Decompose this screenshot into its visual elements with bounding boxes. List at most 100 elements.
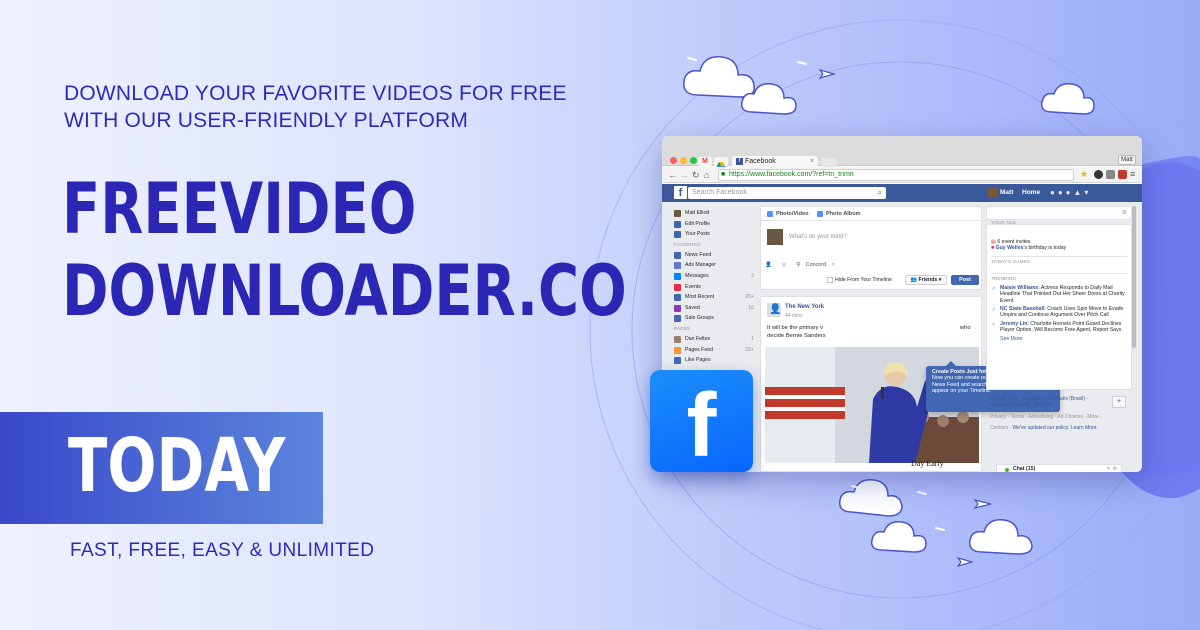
tab-facebook[interactable]: f Facebook × [732,156,818,167]
gift-icon: ■ [991,245,995,252]
sidebar-item-most-recent[interactable]: Most Recent 20+ [674,292,754,303]
extension-icon[interactable] [1118,170,1127,179]
birthday-row[interactable]: ■ Guy Welles's birthday is today [991,245,1127,251]
sidebar-item-matt-elliott[interactable]: Matt Elliott [674,208,754,219]
post-button[interactable]: Post [951,275,979,285]
tab-photo-album[interactable]: Photo Album [817,207,861,221]
post-text-line-1: It will be the primary v [767,325,824,331]
sidebar-item-saved[interactable]: Saved 16 [674,303,754,314]
subheadline-line-1: DOWNLOAD YOUR FAVORITE VIDEOS FOR FREE [64,82,567,105]
calendar-icon: ▤ [991,239,996,245]
location-pin-icon[interactable]: ⚲ [796,262,800,268]
language-list[interactable]: English (US) · Español · Português (Bras… [990,396,1100,408]
cookies-text[interactable]: We've updated our policy. [1013,425,1070,431]
add-language-button[interactable]: + [1112,396,1126,408]
post-timestamp[interactable]: 44 mins [785,313,803,319]
trending-header: TRENDING [991,272,1127,282]
composer-input[interactable]: What's on your mind? [789,234,847,240]
hide-from-timeline-checkbox[interactable]: Hide From Your Timeline [827,273,892,287]
sidebar-item-label: Matt Elliott [685,210,710,216]
scrollbar[interactable] [1132,206,1136,348]
tab-gmail[interactable]: M [698,157,712,166]
maximize-window-icon[interactable] [690,157,697,164]
home-icon[interactable]: ⌂ [704,169,709,181]
cloud-icon [683,56,1095,115]
menu-icon[interactable]: ≡ [1130,170,1139,179]
tab-drive[interactable] [714,157,728,168]
trending-item[interactable]: ↗ Maisie Williams: Actress Responds to Da… [991,285,1127,304]
minimize-window-icon[interactable] [680,157,687,164]
reload-icon[interactable]: ↻ [692,169,700,181]
sidebar-item-edit-profile[interactable]: Edit Profile [674,219,754,230]
sidebar-item-label: Most Recent [685,294,715,301]
sidebar-item-events[interactable]: Events [674,282,754,293]
nav-item-icon [674,251,681,259]
checkbox-icon [827,276,833,283]
sidebar-item-dan-feltes[interactable]: Dan Feltes 1 [674,334,754,345]
sidebar-item-messages[interactable]: Messages 3 [674,271,754,282]
tag-friends-icon[interactable]: 👤 [765,262,772,268]
post-caption: Day Early [911,459,944,468]
notification-icons[interactable]: ●●●▲▾ [1050,187,1091,199]
language-box: English (US) · Español · Português (Bras… [986,396,1132,408]
sidebar-item-sale-groups[interactable]: Sale Groups [674,313,754,324]
profile-link[interactable]: Matt [988,188,1013,198]
post-text-fragment: who [960,325,971,331]
chat-settings-icon[interactable]: ✎ ⚙ [1107,465,1117,472]
brand-title-line-2: DOWNLOADER.CO [62,250,627,332]
browser-profile[interactable]: Matt [1118,155,1136,165]
avatar [988,188,997,197]
paper-plane-icon [818,68,837,80]
trending-item[interactable]: ↗ NC State Baseball: Coach Uses Spin Move… [991,306,1127,319]
nav-item-icon [674,231,681,239]
footer-links[interactable]: Privacy · Terms · Advertising · Ad Choic… [986,414,1132,420]
home-link[interactable]: Home [1022,188,1040,198]
tab-photo-video[interactable]: Photo/Video [767,207,809,221]
nav-item-icon [674,346,681,354]
post-composer: Photo/Video Photo Album What's on your m… [760,206,982,290]
settings-icon[interactable]: ⚙ [1122,209,1127,216]
composer-tabs: Photo/Video Photo Album [761,207,981,221]
audience-selector[interactable]: 👥 Friends ▾ [905,275,947,285]
sidebar-item-your-posts[interactable]: Your Posts [674,229,754,240]
trending-item[interactable]: ↗ Jeremy Lin: Charlotte Hornets Point Gua… [991,321,1127,334]
search-icon[interactable]: ⌕ [878,187,882,199]
tab-close-icon[interactable]: × [810,156,814,167]
search-placeholder: Search Facebook [692,189,747,196]
sidebar-item-label: Edit Profile [685,220,711,227]
new-tab-button[interactable] [821,158,837,167]
right-column: YOUR ADS ⚙ ▤ 6 event invites ■ Guy Welle… [986,206,1132,472]
extension-icon[interactable] [1106,170,1115,179]
sidebar-item-like-pages[interactable]: Like Pages [674,355,754,366]
feeling-icon[interactable]: ☺ [781,262,787,268]
today-label: TODAY [68,423,286,509]
post-author[interactable]: The New York [785,304,824,310]
forward-icon[interactable]: → [680,169,689,181]
camera-icon [767,210,773,217]
close-window-icon[interactable] [670,157,677,164]
star-icon[interactable]: ★ [1080,170,1089,179]
trending-topic[interactable]: NC State Baseball [1000,306,1044,312]
center-column: Photo/Video Photo Album What's on your m… [760,206,1060,472]
sidebar-item-count: 1 [751,335,754,342]
see-more-link[interactable]: See More [991,336,1127,342]
facebook-search-input[interactable]: Search Facebook ⌕ [688,187,886,199]
facebook-logo-icon: f [650,370,753,474]
sidebar-item-pages-feed[interactable]: Pages Feed 20+ [674,345,754,356]
back-icon[interactable]: ← [668,169,677,181]
remove-location-icon[interactable]: × [832,262,835,268]
post-text-line-2: decide Bernie Sanders [767,332,826,339]
url-input[interactable]: ■ https://www.facebook.com/?ref=tn_tnmn [718,169,1074,181]
trending-topic[interactable]: Jeremy Lin [1000,321,1027,327]
album-icon [817,210,823,217]
chat-bar[interactable]: Chat (15) ✎ ⚙ [996,464,1122,472]
sidebar-item-ads-manager[interactable]: Ads Manager [674,260,754,271]
nav-item-icon [674,335,681,343]
extension-icon[interactable] [1094,170,1103,179]
sidebar-item-news-feed[interactable]: News Feed [674,250,754,261]
nav-item-icon [674,315,681,323]
facebook-logo-icon[interactable]: f [674,186,687,199]
learn-more-link[interactable]: Learn More. [1071,425,1098,431]
trending-topic[interactable]: Maisie Williams [1000,285,1038,291]
brand-title-line-1: FREEVIDEO [62,168,417,250]
